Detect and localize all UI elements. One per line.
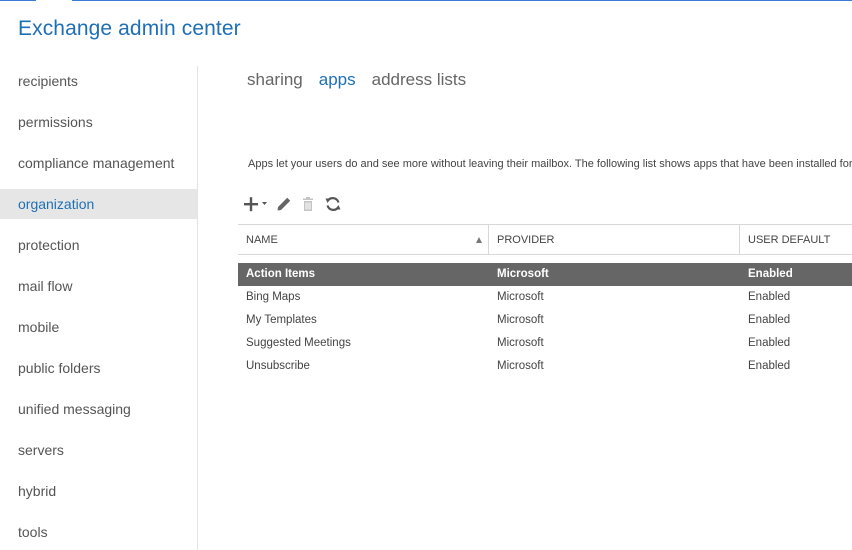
cell-name: Action Items: [246, 268, 316, 280]
apps-description: Apps let your users do and see more with…: [248, 158, 852, 170]
edit-button[interactable]: [272, 194, 296, 214]
apps-table: NAME PROVIDER USER DEFAULT Action Items …: [238, 224, 852, 378]
sort-ascending-icon: [476, 237, 482, 243]
table-row[interactable]: Suggested Meetings Microsoft Enabled: [238, 332, 852, 355]
column-header-name-label: NAME: [246, 234, 278, 246]
sidebar-nav: recipients permissions compliance manage…: [0, 61, 197, 550]
sidebar-item-protection[interactable]: protection: [0, 225, 197, 266]
cell-name: Unsubscribe: [246, 360, 310, 372]
cell-name: Bing Maps: [246, 291, 301, 303]
table-row[interactable]: Unsubscribe Microsoft Enabled: [238, 355, 852, 378]
cell-provider: Microsoft: [497, 337, 544, 349]
top-accent-bar: [0, 0, 852, 2]
table-row[interactable]: Bing Maps Microsoft Enabled: [238, 286, 852, 309]
column-header-user-default[interactable]: USER DEFAULT: [740, 225, 852, 254]
cell-user-default: Enabled: [748, 314, 791, 326]
table-row[interactable]: Action Items Microsoft Enabled: [238, 263, 852, 286]
cell-user-default: Enabled: [748, 268, 793, 280]
cell-provider: Microsoft: [497, 360, 544, 372]
tab-sharing[interactable]: sharing: [247, 70, 303, 90]
table-header: NAME PROVIDER USER DEFAULT: [238, 224, 852, 255]
tab-address-lists[interactable]: address lists: [372, 70, 466, 90]
column-header-name[interactable]: NAME: [238, 225, 489, 254]
cell-user-default: Enabled: [748, 360, 791, 372]
sidebar-divider: [197, 66, 198, 550]
cell-user-default: Enabled: [748, 291, 791, 303]
sidebar-item-compliance-management[interactable]: compliance management: [0, 143, 197, 184]
tab-apps[interactable]: apps: [319, 70, 356, 90]
accent-line-right: [72, 0, 852, 1]
sidebar-item-organization[interactable]: organization: [0, 189, 197, 219]
sidebar-item-servers[interactable]: servers: [0, 430, 197, 471]
app-title: Exchange admin center: [18, 17, 241, 40]
sidebar-item-mobile[interactable]: mobile: [0, 307, 197, 348]
column-header-user-default-label: USER DEFAULT: [748, 234, 831, 246]
sidebar-item-hybrid[interactable]: hybrid: [0, 471, 197, 512]
cell-name: Suggested Meetings: [246, 337, 351, 349]
cell-provider: Microsoft: [497, 268, 549, 280]
sidebar-item-tools[interactable]: tools: [0, 512, 197, 550]
refresh-button[interactable]: [320, 194, 346, 214]
delete-button[interactable]: [296, 194, 320, 214]
cell-user-default: Enabled: [748, 337, 791, 349]
sidebar-item-permissions[interactable]: permissions: [0, 102, 197, 143]
cell-provider: Microsoft: [497, 314, 544, 326]
add-icon: [244, 197, 267, 212]
cell-name: My Templates: [246, 314, 317, 326]
sidebar-item-public-folders[interactable]: public folders: [0, 348, 197, 389]
table-row[interactable]: My Templates Microsoft Enabled: [238, 309, 852, 332]
cell-provider: Microsoft: [497, 291, 544, 303]
tab-bar: sharing apps address lists: [247, 70, 466, 90]
table-body: Action Items Microsoft Enabled Bing Maps…: [238, 263, 852, 378]
sidebar-item-mail-flow[interactable]: mail flow: [0, 266, 197, 307]
sidebar-item-unified-messaging[interactable]: unified messaging: [0, 389, 197, 430]
add-button[interactable]: [242, 194, 272, 214]
accent-line-left: [0, 0, 36, 1]
edit-icon: [277, 197, 291, 211]
refresh-icon: [325, 197, 341, 211]
sidebar-item-recipients[interactable]: recipients: [0, 61, 197, 102]
column-header-provider-label: PROVIDER: [497, 234, 555, 246]
toolbar: [242, 194, 346, 214]
delete-icon: [303, 197, 313, 211]
column-header-provider[interactable]: PROVIDER: [489, 225, 740, 254]
